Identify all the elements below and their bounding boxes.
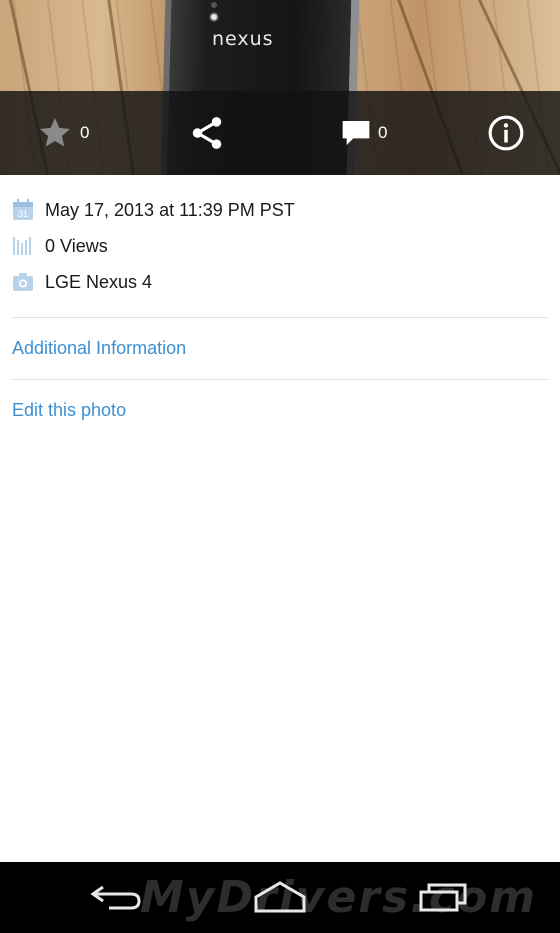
date-taken: May 17, 2013 at 11:39 PM PST <box>45 199 295 220</box>
favorite-count: 0 <box>80 123 90 142</box>
system-navigation-bar: MyDrivers.com <box>0 862 560 933</box>
views-row: 0 Views <box>12 231 108 261</box>
photo-viewer[interactable]: nexus 0 0 <box>0 0 560 175</box>
recent-apps-button[interactable] <box>398 872 488 922</box>
camera-row: LGE Nexus 4 <box>12 267 152 297</box>
svg-text:31: 31 <box>18 209 28 219</box>
favorite-button[interactable]: 0 <box>36 91 89 175</box>
additional-information-link[interactable]: Additional Information <box>12 338 186 359</box>
photo-action-bar: 0 0 <box>0 91 560 175</box>
home-icon <box>254 881 306 913</box>
comment-icon <box>342 121 370 145</box>
share-icon <box>192 117 222 149</box>
info-button[interactable] <box>487 91 525 175</box>
comment-count: 0 <box>378 123 388 142</box>
divider <box>12 317 548 318</box>
date-row: 31 May 17, 2013 at 11:39 PM PST <box>12 195 295 225</box>
views-count: 0 Views <box>45 235 108 256</box>
calendar-icon: 31 <box>12 199 34 221</box>
phone-camera-flash <box>211 2 217 8</box>
back-icon <box>90 885 141 910</box>
star-icon <box>40 118 70 147</box>
comment-button[interactable]: 0 <box>340 91 387 175</box>
info-icon <box>488 115 524 151</box>
views-icon <box>12 235 34 257</box>
camera-model: LGE Nexus 4 <box>45 271 153 292</box>
edit-photo-link[interactable]: Edit this photo <box>12 400 126 421</box>
phone-brand-text: nexus <box>212 28 274 50</box>
back-button[interactable] <box>72 872 162 922</box>
home-button[interactable] <box>235 872 325 922</box>
share-button[interactable] <box>188 91 226 175</box>
recent-apps-icon <box>419 883 467 912</box>
phone-camera-lens <box>209 12 219 22</box>
camera-icon <box>12 271 34 293</box>
divider <box>12 379 548 380</box>
